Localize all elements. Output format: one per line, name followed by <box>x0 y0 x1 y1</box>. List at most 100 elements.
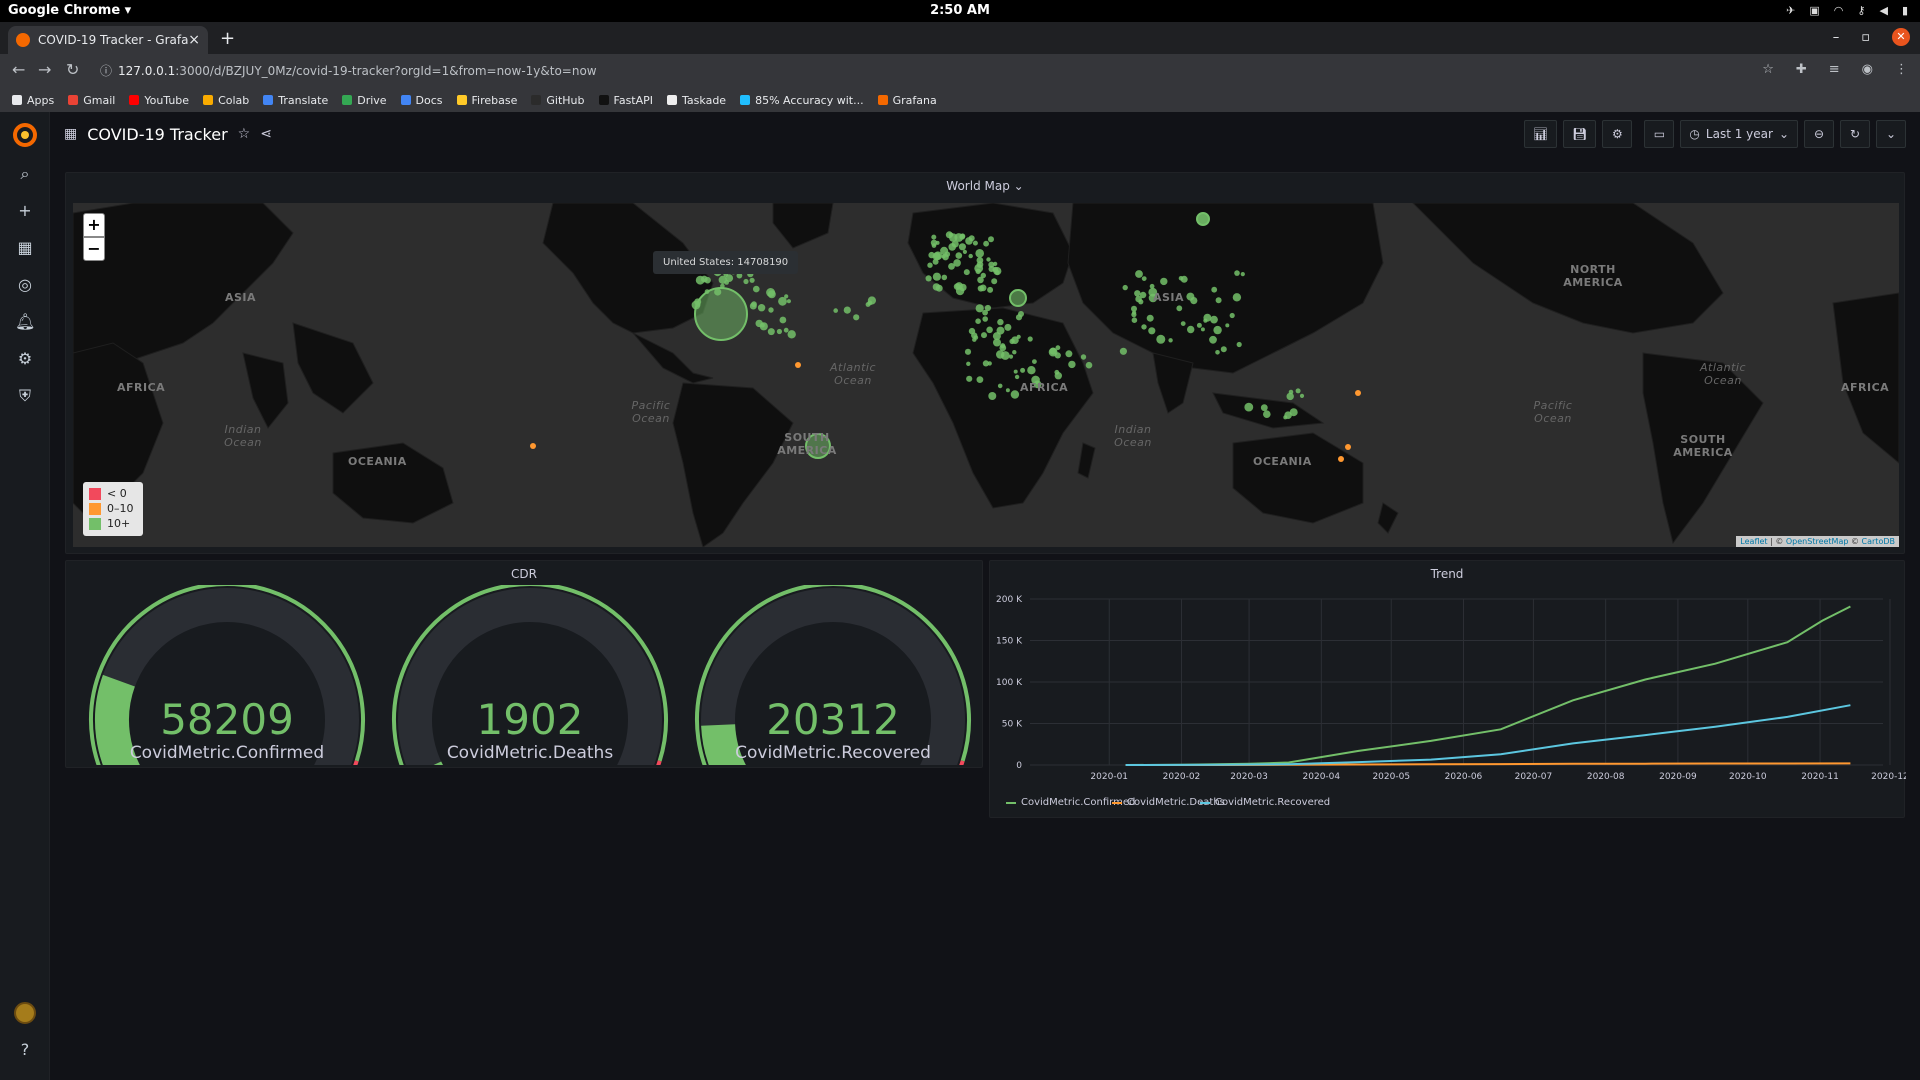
gauge[interactable]: 20312 CovidMetric.Recovered <box>688 585 978 765</box>
map-marker[interactable] <box>953 283 961 290</box>
map-marker[interactable] <box>1020 367 1026 373</box>
map-marker[interactable] <box>743 278 749 285</box>
dashboard-title[interactable]: COVID-19 Tracker <box>87 125 227 144</box>
map-marker-low[interactable] <box>795 362 801 368</box>
bookmark-star-icon[interactable]: ☆ <box>1762 62 1774 77</box>
map-marker[interactable] <box>982 360 990 367</box>
battery-icon[interactable]: ▮ <box>1902 4 1908 17</box>
map-marker[interactable] <box>1220 346 1227 353</box>
map-marker[interactable] <box>972 240 978 246</box>
map-marker[interactable] <box>996 326 1005 335</box>
map-marker[interactable] <box>776 328 783 335</box>
map-marker[interactable] <box>718 275 727 284</box>
map-marker[interactable] <box>1299 393 1305 398</box>
map-marker[interactable] <box>1200 327 1205 332</box>
address-bar[interactable]: ⓘ 127.0.0.1:3000/d/BZJUY_0Mz/covid-19-tr… <box>96 59 1796 83</box>
map-marker[interactable] <box>975 318 981 324</box>
extensions-icon[interactable]: ✚ <box>1796 62 1807 77</box>
map-marker[interactable] <box>843 306 851 314</box>
map-marker[interactable] <box>1018 311 1024 317</box>
refresh-button[interactable]: ↻ <box>1840 120 1870 148</box>
reload-icon[interactable]: ↻ <box>66 60 79 79</box>
map-marker[interactable] <box>992 266 999 273</box>
map-marker[interactable] <box>976 261 984 268</box>
map-marker[interactable] <box>984 304 992 312</box>
map-marker[interactable] <box>1178 276 1184 281</box>
search-icon[interactable]: ⌕ <box>15 164 35 184</box>
map-marker[interactable] <box>964 348 972 355</box>
map-marker[interactable] <box>1132 310 1137 315</box>
map-marker[interactable] <box>786 299 792 304</box>
back-icon[interactable]: ← <box>12 60 25 79</box>
map-marker[interactable] <box>1027 336 1033 342</box>
grafana-logo-icon[interactable] <box>11 121 39 149</box>
forward-icon[interactable]: → <box>38 60 51 79</box>
leaflet-link[interactable]: Leaflet <box>1740 537 1767 546</box>
map-marker[interactable] <box>853 314 860 321</box>
display-icon[interactable]: ▣ <box>1809 4 1819 17</box>
map-marker[interactable] <box>833 308 838 313</box>
bookmark-apps[interactable]: Apps <box>12 94 54 107</box>
share-icon[interactable]: ⋖ <box>260 126 272 142</box>
map-marker[interactable] <box>993 338 1001 347</box>
map-marker[interactable] <box>1134 290 1141 297</box>
add-panel-button[interactable]: 📊︎ <box>1523 120 1558 148</box>
map-marker-low[interactable] <box>530 443 536 449</box>
explore-icon[interactable]: ◎ <box>15 275 35 295</box>
map-marker[interactable] <box>977 285 984 292</box>
map-marker[interactable] <box>1146 314 1154 322</box>
bookmark-85-accuracy-wit[interactable]: 85% Accuracy wit... <box>740 94 864 107</box>
map-marker[interactable] <box>963 269 970 276</box>
map-marker[interactable] <box>1032 359 1037 364</box>
map-marker[interactable] <box>1234 270 1240 276</box>
server-admin-shield-icon[interactable]: ⛨ <box>15 386 35 406</box>
trend-legend-item[interactable]: CovidMetric.Recovered <box>1200 797 1330 808</box>
map-marker[interactable] <box>1209 335 1217 344</box>
map-marker[interactable] <box>1014 374 1020 380</box>
map-marker[interactable] <box>955 252 963 259</box>
reading-list-icon[interactable]: ≡ <box>1829 62 1840 77</box>
map-marker[interactable] <box>1225 323 1230 328</box>
map-marker[interactable] <box>1244 402 1254 412</box>
map-marker[interactable] <box>975 249 984 258</box>
bookmark-github[interactable]: GitHub <box>531 94 585 107</box>
chrome-menu-icon[interactable]: ⋮ <box>1895 62 1908 77</box>
map-marker[interactable] <box>757 304 766 312</box>
map-marker[interactable] <box>1213 325 1222 335</box>
map-marker[interactable] <box>966 375 973 382</box>
browser-tab[interactable]: COVID-19 Tracker - Grafana × <box>8 26 208 54</box>
map-marker[interactable] <box>968 327 976 335</box>
map-marker[interactable] <box>1148 327 1156 335</box>
save-dashboard-button[interactable]: 💾︎ <box>1563 120 1597 148</box>
map-marker-large[interactable] <box>1196 212 1210 226</box>
map-marker-large[interactable] <box>694 287 748 341</box>
map-marker[interactable] <box>767 290 776 299</box>
map-marker[interactable] <box>988 392 997 400</box>
map-marker[interactable] <box>867 300 873 306</box>
map-marker[interactable] <box>1080 354 1087 360</box>
map-marker[interactable] <box>986 326 993 334</box>
key-icon[interactable]: ⚷ <box>1857 4 1865 17</box>
map-marker[interactable] <box>976 376 984 383</box>
maximize-icon[interactable]: ▫ <box>1861 30 1870 45</box>
dashboards-icon[interactable]: ▦ <box>15 238 35 258</box>
map-marker[interactable] <box>1010 390 1020 399</box>
map-marker[interactable] <box>1016 334 1021 339</box>
map-marker[interactable] <box>1160 277 1168 286</box>
help-icon[interactable]: ? <box>15 1040 35 1060</box>
map-marker[interactable] <box>935 284 943 292</box>
map-marker[interactable] <box>1186 292 1195 301</box>
map-marker[interactable] <box>749 302 757 310</box>
map-marker[interactable] <box>965 237 973 245</box>
panel-title[interactable]: World Map ⌄ <box>66 179 1904 193</box>
world-map[interactable]: ASIA ASIA AFRICA AFRICA AFRICA OCEANIA O… <box>73 203 1899 547</box>
map-marker[interactable] <box>931 234 937 240</box>
map-marker[interactable] <box>981 332 987 339</box>
map-marker[interactable] <box>966 361 971 366</box>
map-marker[interactable] <box>1131 317 1138 323</box>
map-marker[interactable] <box>962 249 968 254</box>
map-marker[interactable] <box>991 278 998 285</box>
tv-mode-button[interactable]: ▭ <box>1644 120 1675 148</box>
map-marker[interactable] <box>1004 323 1012 331</box>
map-marker[interactable] <box>931 243 937 248</box>
